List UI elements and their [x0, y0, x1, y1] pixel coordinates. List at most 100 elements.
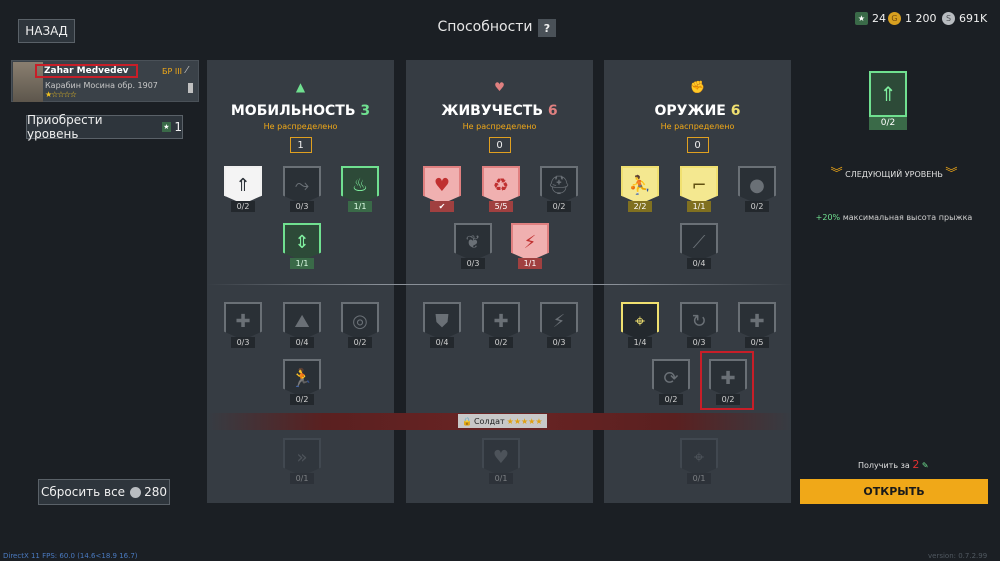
landing-icon: ◎ [341, 302, 379, 340]
aim-move-icon: ⛹ [621, 166, 659, 204]
vitality-points: 0 [488, 137, 511, 153]
skill-locked-heart[interactable]: ♥ 0/1 [482, 438, 520, 490]
knife-icon: ⟋ [680, 223, 718, 261]
rank-token-counter: ★ 24 [855, 12, 886, 25]
weapons-column: ✊ ОРУЖИЕ 6 Не распределено 0 ⛹ 2/2 ⌐ 1/1… [604, 60, 791, 503]
gold-counter: G 1 200 [888, 12, 937, 25]
skill-stamina-up[interactable]: ⚡ 0/3 [540, 302, 578, 354]
get-for-cost: Получить за 2 ✎ [858, 458, 929, 471]
skill-locked-target[interactable]: ⌖ 0/1 [680, 438, 718, 490]
character-card[interactable]: Zahar Medvedev БР III ⁄ Карабин Мосина о… [11, 60, 199, 102]
skill-sprint[interactable]: 🏃 0/2 [283, 359, 321, 411]
mobility-icon: ▲ [295, 80, 306, 94]
gold-coin-icon: G [888, 12, 901, 25]
back-button[interactable]: НАЗАД [18, 19, 75, 43]
crawl-icon: ⤳ [283, 166, 321, 204]
skill-heal-up[interactable]: ✚ 0/2 [482, 302, 520, 354]
runner-icon: » [283, 438, 321, 476]
heal-plus-icon: ✚ [224, 302, 262, 340]
silver-value: 691K [959, 12, 988, 25]
skill-target-focus[interactable]: ⌖ 1/4 [621, 302, 659, 354]
shield-icon: ⛊ [423, 302, 461, 340]
selected-skill-preview: ⇑ 0/2 [869, 71, 907, 130]
skill-stance-switch[interactable]: ⇕ 1/1 [283, 223, 321, 275]
skill-count: 0/2 [659, 394, 683, 405]
vitality-column: ♥ ЖИВУЧЕСТЬ 6 Не распределено 0 ♥ ✔ ♻ 5/… [406, 60, 593, 503]
skill-count: 0/4 [687, 258, 711, 269]
reset-all-button[interactable]: Сбросить все 280 [38, 479, 170, 505]
gold-value: 1 200 [905, 12, 937, 25]
skill-count: 0/3 [461, 258, 485, 269]
skill-count: 0/3 [231, 337, 255, 348]
next-level-description: +20% максимальная высота прыжка [815, 213, 973, 222]
buy-level-button[interactable]: Приобрести уровень ★ 1 [26, 113, 183, 141]
skill-regen[interactable]: ♻ 5/5 [482, 166, 520, 218]
rank-gate-label: Солдат [473, 416, 505, 426]
lungs-icon: ❦ [454, 223, 492, 261]
crouch-icon: ⇕ [283, 223, 321, 261]
skill-count: ✔ [430, 201, 454, 212]
skill-armor[interactable]: ⛊ 0/4 [423, 302, 461, 354]
rank-gate-stars: ★★★★★ [506, 416, 543, 426]
skill-reload[interactable]: ↻ 0/3 [680, 302, 718, 354]
page-title: Способности [437, 19, 533, 35]
skill-climb[interactable]: ⛰ 0/4 [283, 302, 321, 354]
reset-cost: 280 [144, 485, 167, 499]
helmet-icon: ⛑ [540, 166, 578, 204]
skill-count: 0/4 [290, 337, 314, 348]
mobility-title: МОБИЛЬНОСТЬ 3 [230, 103, 371, 119]
buy-level-label: Приобрести уровень [27, 113, 103, 141]
skill-heal-speed[interactable]: ✚ 0/3 [224, 302, 262, 354]
battle-rating: БР III [162, 67, 182, 76]
skill-helmet[interactable]: ⛑ 0/2 [540, 166, 578, 218]
skill-count: 0/3 [687, 337, 711, 348]
skill-count: 0/5 [745, 337, 769, 348]
ammo-icon [188, 83, 193, 93]
open-button[interactable]: ОТКРЫТЬ [800, 479, 988, 504]
buy-level-cost: 1 [174, 120, 182, 134]
rank-token-icon: ★ [855, 12, 868, 25]
skill-fire-runner[interactable]: ♨ 1/1 [341, 166, 379, 218]
crosshair-icon: ⌖ [680, 438, 718, 476]
skill-count: 0/2 [547, 201, 571, 212]
skill-medkit[interactable]: ✚ 0/5 [738, 302, 776, 354]
heart-up-icon: ♥ [482, 438, 520, 476]
mobility-points: 1 [289, 137, 312, 153]
help-button[interactable]: ? [538, 19, 556, 37]
skill-count: 1/1 [687, 201, 711, 212]
lightning-up-icon: ⚡ [540, 302, 578, 340]
skill-ammo-reload[interactable]: ⟳ 0/2 [652, 359, 690, 411]
skill-aim-move[interactable]: ⛹ 2/2 [621, 166, 659, 218]
climb-icon: ⛰ [283, 302, 321, 340]
heal-up-icon: ✚ [482, 302, 520, 340]
grenade-icon: ● [738, 166, 776, 204]
chevron-down-icon: ︾ [830, 166, 843, 180]
skill-count: 0/1 [290, 473, 314, 484]
tier-divider [207, 284, 792, 285]
skill-jump-height[interactable]: ⇑ 0/2 [224, 166, 262, 218]
weapons-title: ОРУЖИЕ 6 [654, 103, 741, 119]
skill-health[interactable]: ♥ ✔ [423, 166, 461, 218]
character-stars: ★☆☆☆☆ [45, 90, 77, 99]
skill-stamina-regen[interactable]: ⚡ 1/1 [511, 223, 549, 275]
chevron-down-icon: ︾ [945, 166, 958, 180]
skill-grenade[interactable]: ● 0/2 [738, 166, 776, 218]
rifle-icon: ⁄ [186, 65, 188, 76]
skill-knife[interactable]: ⟋ 0/4 [680, 223, 718, 275]
skill-locked-sprint[interactable]: » 0/1 [283, 438, 321, 490]
silver-coin-icon [130, 486, 142, 498]
fps-readout: DirectX 11 FPS: 60.0 (14.6<18.9 16.7) [3, 552, 138, 560]
mobility-column: ▲ МОБИЛЬНОСТЬ 3 Не распределено 1 ⇑ 0/2 … [207, 60, 394, 503]
heart-pulse-icon: ♥ [494, 80, 505, 94]
skill-count: 0/2 [290, 394, 314, 405]
skill-pistol[interactable]: ⌐ 1/1 [680, 166, 718, 218]
skill-lungs[interactable]: ❦ 0/3 [454, 223, 492, 275]
skill-count: 2/2 [628, 201, 652, 212]
mobility-unassigned: Не распределено [263, 122, 338, 131]
skill-landing[interactable]: ◎ 0/2 [341, 302, 379, 354]
skill-crawl[interactable]: ⤳ 0/3 [283, 166, 321, 218]
reset-label: Сбросить все [41, 485, 126, 499]
jump-icon: ⇑ [224, 166, 262, 204]
weapons-unassigned: Не распределено [660, 122, 735, 131]
crosshair-icon: ⌖ [621, 302, 659, 340]
